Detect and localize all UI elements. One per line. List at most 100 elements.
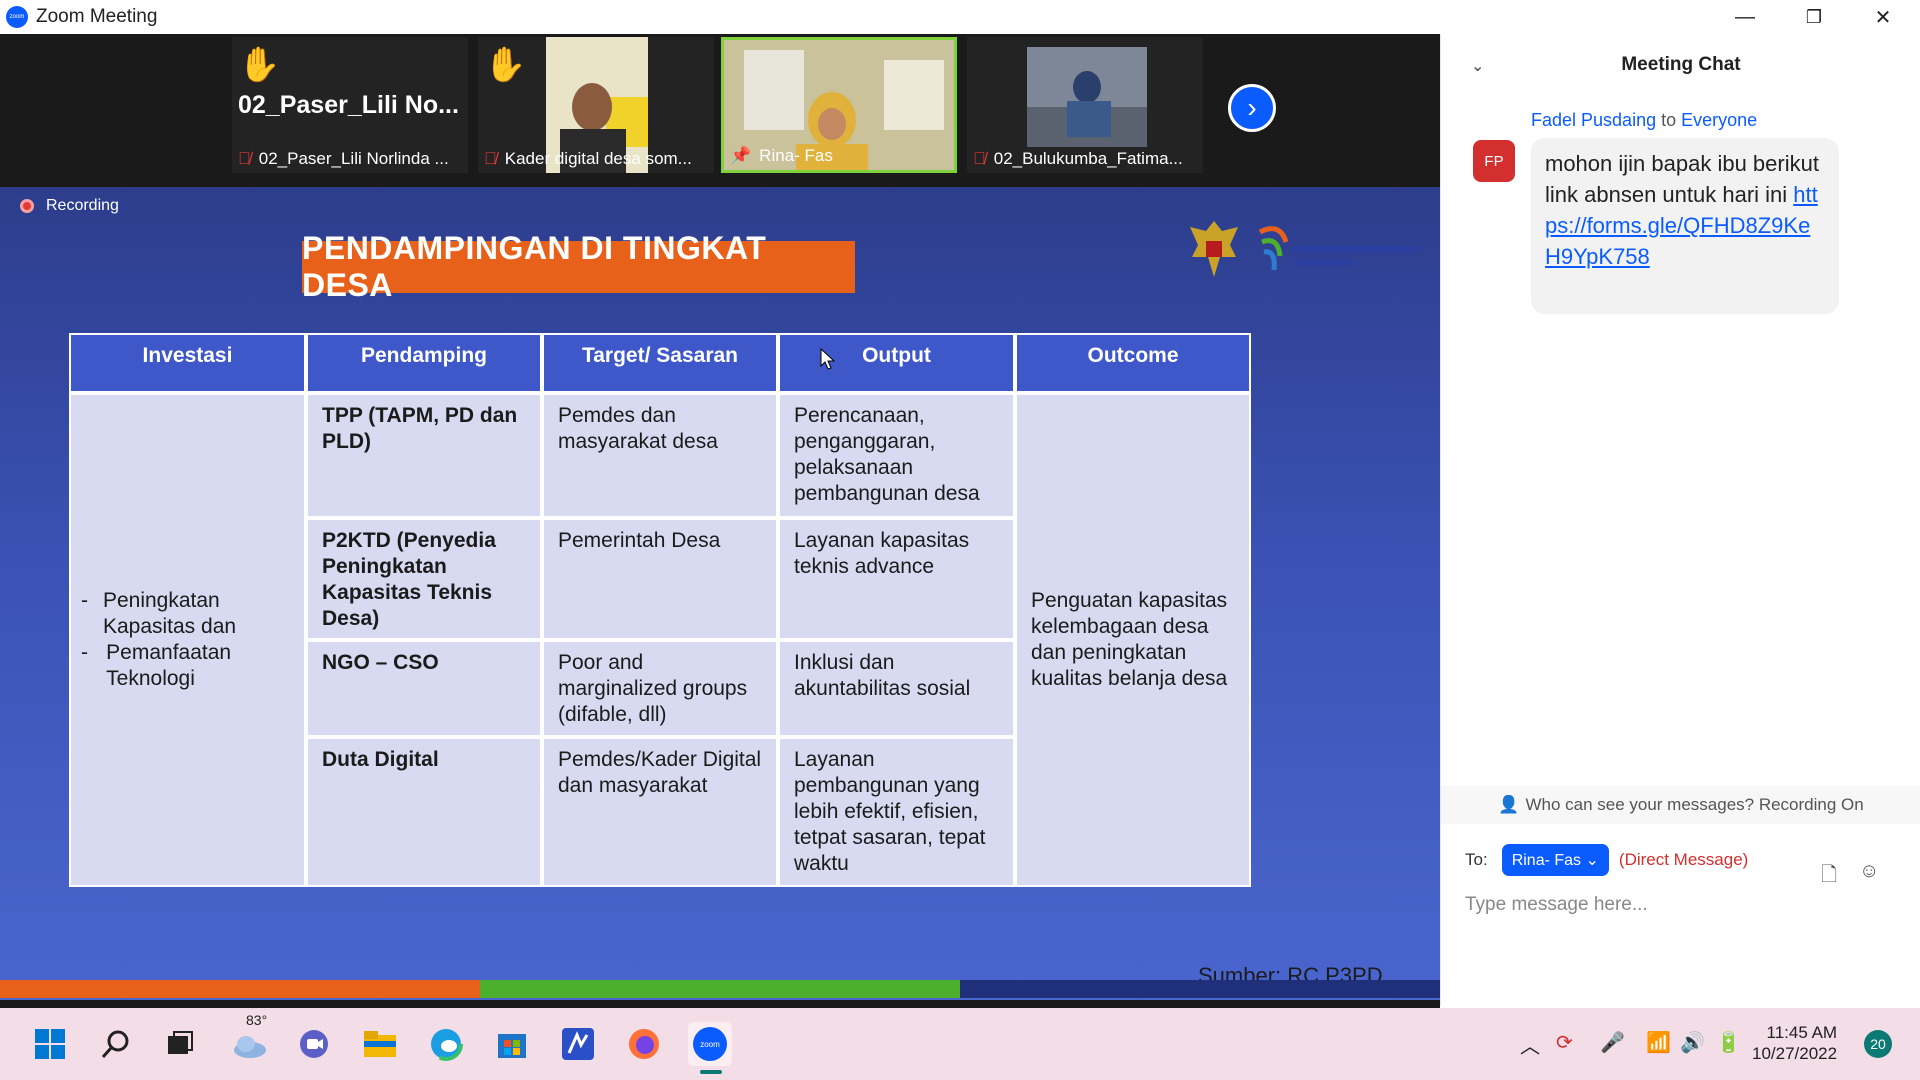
investasi-item: Peningkatan Kapasitas dan [102, 589, 237, 638]
wifi-icon[interactable]: 📶 [1646, 1030, 1671, 1055]
notification-badge[interactable]: 20 [1864, 1030, 1892, 1058]
participant-name-bar: 🎙̸ Kader digital desa som... [478, 145, 692, 173]
microsoft-store-icon[interactable] [490, 1022, 534, 1066]
mouse-cursor-icon [820, 348, 836, 370]
next-page-icon[interactable]: › [1228, 84, 1276, 132]
app-a-icon[interactable] [556, 1022, 600, 1066]
window-title: Zoom Meeting [36, 6, 158, 27]
weather-icon[interactable] [228, 1022, 272, 1066]
task-view-icon[interactable] [158, 1022, 202, 1066]
header-pendamping: Pendamping [306, 333, 542, 393]
windows-start-icon[interactable] [28, 1022, 72, 1066]
pendamping-cell: TPP (TAPM, PD dan PLD) [306, 393, 542, 518]
teams-chat-icon[interactable] [292, 1022, 336, 1066]
ministry-logo-icon [1258, 226, 1420, 271]
slide-table: Investasi Pendamping Target/ Sasaran Out… [69, 333, 1251, 1077]
sync-icon[interactable]: ⟳ [1556, 1030, 1573, 1055]
zoom-logo-icon: zoom [6, 6, 28, 28]
participant-tile[interactable]: 🎙̸ 02_Bulukumba_Fatima... [967, 37, 1203, 173]
participant-tile-active[interactable]: 📌 Rina- Fas [721, 37, 957, 173]
visibility-note[interactable]: 👤 Who can see your messages? Recording On [1441, 786, 1920, 824]
emoji-icon[interactable]: ☺ [1859, 860, 1879, 883]
to-label: To: [1465, 850, 1488, 869]
direct-message-label: (Direct Message) [1618, 850, 1749, 869]
svg-text:zoom: zoom [700, 1040, 720, 1049]
taskbar: 83° zoom ︿ ⟳ 🎤 📶 🔊 🔋 11:45 AM 10/27/2022… [0, 1008, 1920, 1080]
shared-slide: Recording PENDAMPINGAN DI TINGKAT DESA I… [0, 187, 1440, 1007]
active-app-indicator [700, 1070, 722, 1074]
investasi-cell: - Peningkatan Kapasitas dan - Pemanfaatan … [69, 393, 306, 887]
file-explorer-icon[interactable] [358, 1022, 402, 1066]
investasi-item: Pemanfaatan Teknologi [106, 641, 232, 690]
edge-browser-icon[interactable] [424, 1022, 468, 1066]
recording-indicator: Recording [20, 197, 119, 215]
recipient-dropdown-label: Rina- Fas [1511, 852, 1582, 869]
recipient-dropdown[interactable]: Rina- Fas ⌄ [1501, 844, 1609, 876]
output-cell: Layanan pembangunan yang lebih efektif, … [778, 737, 1015, 887]
minimize-button[interactable]: — [1710, 0, 1780, 34]
message-text: mohon ijin bapak ibu berikut link abnsen… [1545, 151, 1819, 207]
zoom-taskbar-icon[interactable]: zoom [688, 1022, 732, 1066]
participant-video [1027, 47, 1147, 147]
slide-title: PENDAMPINGAN DI TINGKAT DESA [302, 230, 855, 303]
garuda-emblem-icon [1190, 221, 1238, 277]
message-input[interactable]: Type message here... [1465, 894, 1648, 916]
chevron-down-icon: ⌄ [1585, 852, 1599, 869]
target-cell: Pemdes/Kader Digital dan masyarakat [542, 737, 778, 887]
temperature: 83° [246, 1012, 268, 1028]
participant-tile[interactable]: ✋ 🎙̸ Kader digital desa som... [478, 37, 714, 173]
mic-muted-icon: 🎙̸ [238, 149, 251, 168]
search-icon[interactable] [94, 1022, 138, 1066]
header-target: Target/ Sasaran [542, 333, 778, 393]
color-bar-orange [0, 980, 480, 998]
participant-name: 02_Paser_Lili Norlinda ... [258, 149, 449, 168]
mic-muted-icon: 🎙̸ [973, 149, 986, 168]
outcome-text: Penguatan kapasitas kelembagaan desa dan… [1031, 589, 1228, 690]
chevron-up-icon[interactable]: ︿ [1520, 1030, 1540, 1059]
recording-label: Recording [46, 197, 119, 214]
volume-icon[interactable]: 🔊 [1680, 1030, 1705, 1055]
participant-name: Kader digital desa som... [504, 149, 692, 168]
output-cell: Inklusi dan akuntabilitas sosial [778, 640, 1015, 737]
restore-button[interactable]: ❐ [1779, 0, 1849, 34]
header-investasi: Investasi [69, 333, 306, 393]
participant-name-bar: 🎙̸ 02_Bulukumba_Fatima... [967, 145, 1183, 173]
chat-message: mohon ijin bapak ibu berikut link abnsen… [1531, 138, 1839, 314]
participant-name-bar: 🎙̸ 02_Paser_Lili Norlinda ... [232, 145, 449, 173]
participant-name: Rina- Fas [759, 146, 833, 165]
avatar: FP [1473, 140, 1515, 182]
target-cell: Poor and marginalized groups (difable, d… [542, 640, 778, 737]
close-button[interactable]: ✕ [1848, 0, 1918, 34]
color-bar-navy [960, 980, 1440, 998]
pendamping-cell: P2KTD (Penyedia Peningkatan Kapasitas Te… [306, 518, 542, 640]
participant-big-name: 02_Paser_Lili No... [238, 91, 459, 119]
header-outcome: Outcome [1015, 333, 1251, 393]
firefox-icon[interactable] [622, 1022, 666, 1066]
file-icon[interactable]: 🗋 [1821, 860, 1837, 894]
clock-time: 11:45 AM [1766, 1023, 1838, 1042]
sender-name[interactable]: Fadel Pusdaing [1531, 110, 1656, 130]
people-icon: 👤 [1498, 795, 1520, 814]
mic-muted-icon: 🎙̸ [484, 149, 497, 168]
video-strip: ✋ 02_Paser_Lili No... 🎙̸ 02_Paser_Lili No… [0, 34, 1440, 187]
slide-bottom-border [0, 1000, 1440, 1008]
participant-tile[interactable]: ✋ 02_Paser_Lili No... 🎙̸ 02_Paser_Lili No… [232, 37, 468, 173]
pendamping-cell: NGO – CSO [306, 640, 542, 737]
recipient-row: To: Rina- Fas ⌄ (Direct Message) [1465, 844, 1748, 876]
microphone-icon[interactable]: 🎤 [1600, 1030, 1625, 1055]
pendamping-cell: Duta Digital [306, 737, 542, 887]
raised-hand-icon: ✋ [484, 46, 527, 84]
target-cell: Pemerintah Desa [542, 518, 778, 640]
battery-icon[interactable]: 🔋 [1716, 1030, 1741, 1055]
target-cell: Pemdes dan masyarakat desa [542, 393, 778, 518]
raised-hand-icon: ✋ [238, 46, 281, 84]
outcome-cell: Penguatan kapasitas kelembagaan desa dan… [1015, 393, 1251, 887]
pin-icon: 📌 [730, 146, 752, 165]
slide-color-bars [0, 980, 1440, 998]
chat-sender-line: Fadel Pusdaing to Everyone [1531, 110, 1757, 131]
title-bar: zoom Zoom Meeting — ❐ ✕ [0, 0, 1920, 34]
recipient-name[interactable]: Everyone [1681, 110, 1757, 130]
participant-name: 02_Bulukumba_Fatima... [993, 149, 1183, 168]
clock[interactable]: 11:45 AM 10/27/2022 [1752, 1022, 1837, 1064]
output-cell: Layanan kapasitas teknis advance [778, 518, 1015, 640]
